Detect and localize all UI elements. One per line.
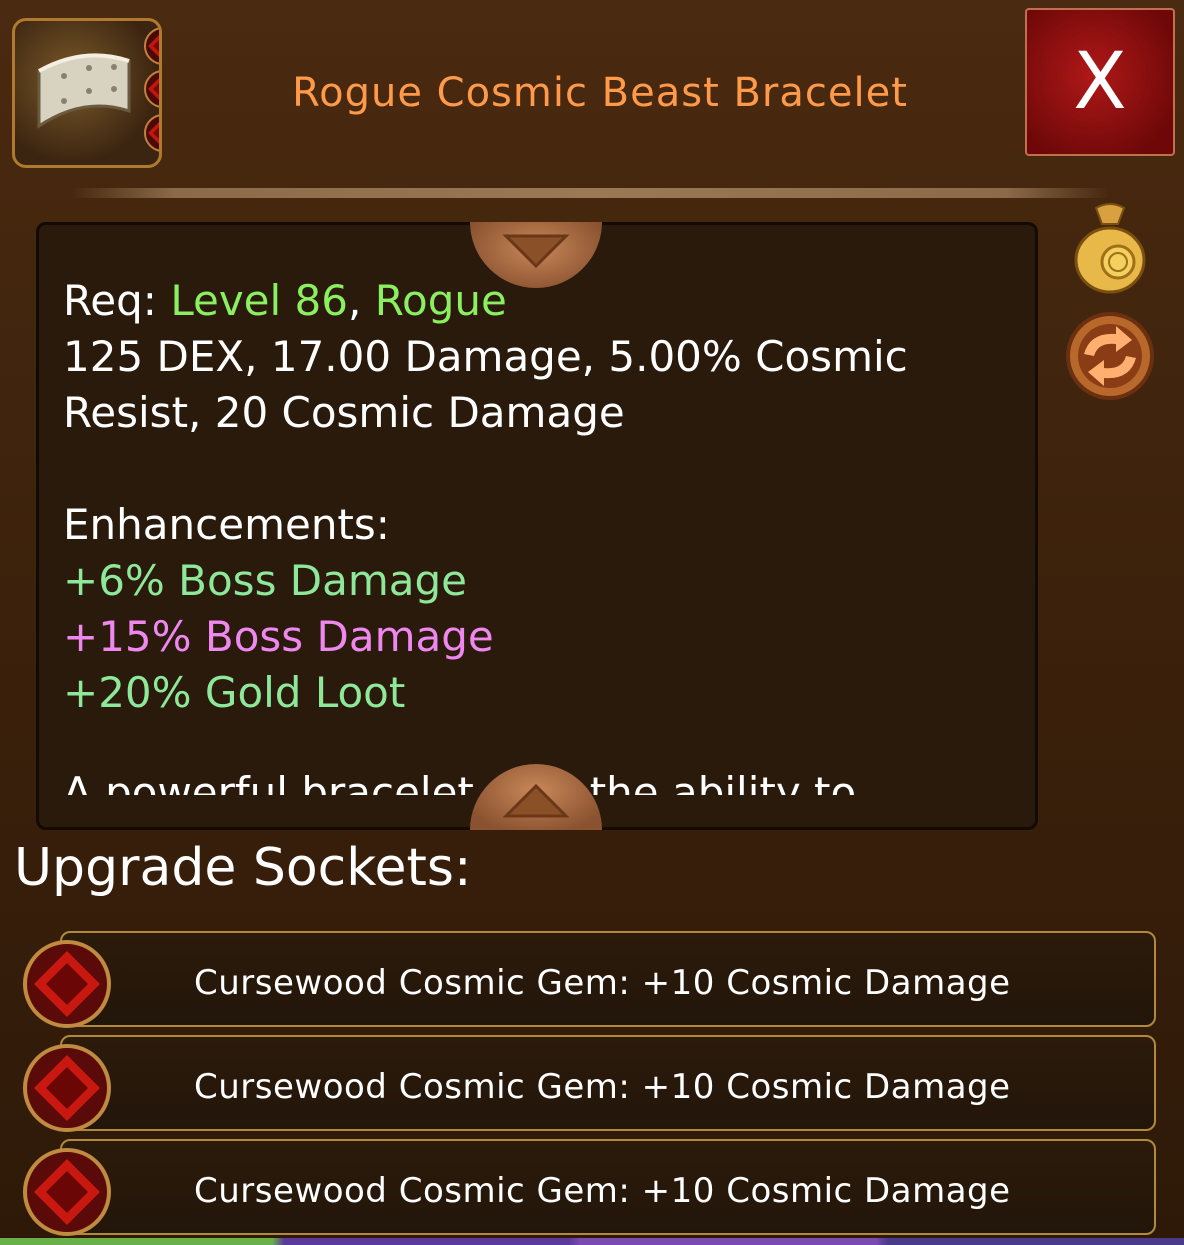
- header-divider: [70, 188, 1110, 198]
- socket-label: Cursewood Cosmic Gem: +10 Cosmic Damage: [194, 1067, 1011, 1107]
- item-title: Rogue Cosmic Beast Bracelet: [292, 70, 908, 116]
- upgrade-sockets-heading: Upgrade Sockets:: [14, 838, 472, 898]
- req-separator: ,: [347, 276, 362, 325]
- red-gem-icon: [144, 70, 159, 108]
- socket-label: Cursewood Cosmic Gem: +10 Cosmic Damage: [194, 1171, 1011, 1211]
- socket-label: Cursewood Cosmic Gem: +10 Cosmic Damage: [194, 963, 1011, 1003]
- swap-arrows-icon: [1066, 312, 1154, 400]
- enhancement-dot-pink: [51, 166, 73, 168]
- enhancement-dot-green: [85, 166, 107, 168]
- enhancements-heading: Enhancements:: [63, 500, 390, 549]
- close-button[interactable]: X: [1025, 8, 1175, 156]
- bracelet-icon: [37, 53, 131, 129]
- enhancement-line: +6% Boss Damage: [63, 556, 468, 605]
- chevron-down-icon: [502, 234, 570, 269]
- scroll-up-button[interactable]: [470, 222, 602, 288]
- swap-button[interactable]: [1064, 310, 1156, 402]
- red-gem-icon: [144, 27, 159, 65]
- red-gem-icon: [23, 1148, 111, 1236]
- item-stats-panel[interactable]: Req: Level 86, Rogue 125 DEX, 17.00 Dama…: [36, 222, 1038, 830]
- chevron-up-icon: [502, 783, 570, 818]
- red-gem-icon: [144, 114, 159, 152]
- item-stats-text: Req: Level 86, Rogue 125 DEX, 17.00 Dama…: [63, 273, 1003, 721]
- socket-row[interactable]: Cursewood Cosmic Gem: +10 Cosmic Damage: [60, 931, 1156, 1027]
- stat-line: Resist, 20 Cosmic Damage: [63, 388, 625, 437]
- bottom-tab-strip: [0, 1238, 1184, 1245]
- enhancement-line: +15% Boss Damage: [63, 612, 494, 661]
- scroll-down-button[interactable]: [470, 764, 602, 830]
- socket-row[interactable]: Cursewood Cosmic Gem: +10 Cosmic Damage: [60, 1139, 1156, 1235]
- loot-bag-icon: [1074, 203, 1146, 294]
- socket-row[interactable]: Cursewood Cosmic Gem: +10 Cosmic Damage: [60, 1035, 1156, 1131]
- item-icon: [12, 18, 162, 168]
- enhancement-line: +20% Gold Loot: [63, 668, 406, 717]
- close-icon: X: [1073, 37, 1127, 127]
- red-gem-icon: [23, 940, 111, 1028]
- req-level: Level 86: [170, 276, 348, 325]
- enhancement-dot-green: [17, 166, 39, 168]
- loot-bag-button[interactable]: [1068, 200, 1152, 296]
- req-label: Req:: [63, 276, 157, 325]
- red-gem-icon: [23, 1044, 111, 1132]
- stat-line: 125 DEX, 17.00 Damage, 5.00% Cosmic: [63, 332, 908, 381]
